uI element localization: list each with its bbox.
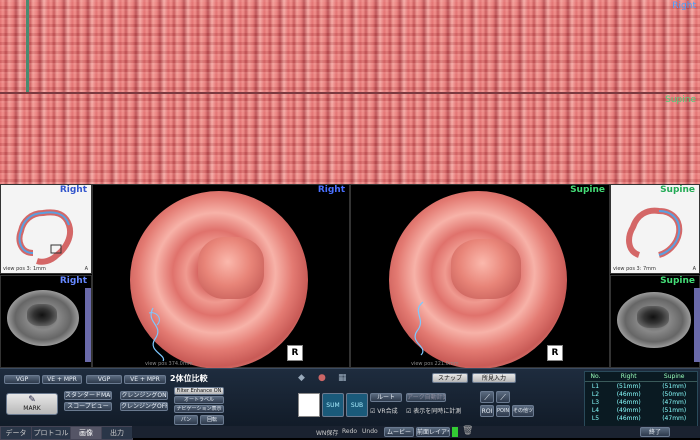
strip-edge-marker [26,0,29,92]
ct-bowel-region [637,306,669,328]
unfolded-view-supine[interactable]: Supine [0,94,700,184]
redo-button[interactable]: Redo [342,428,357,435]
view-caption-right: view pos 221.0mm [411,361,459,367]
sub-button[interactable]: SUB [346,393,368,417]
filter-enhance-button[interactable]: Filter Enhance ON [174,387,224,395]
rotate-button[interactable]: 回転 [200,415,224,425]
movie-button[interactable]: ムービー [384,427,414,437]
navigation-path-icon [414,301,424,356]
navigation-display-button[interactable]: ナビゲーション表示 [174,405,224,413]
vr-sync-checkbox[interactable]: ☑ VR合成 [370,406,398,415]
axis-letter-left: A [84,266,88,272]
record-icon[interactable]: ● [318,373,328,383]
sum-button[interactable]: SUM [322,393,344,417]
route-button[interactable]: ルート [370,393,402,402]
table-header: Right [605,372,652,382]
scope-view-button[interactable]: スコープビュー [64,402,112,411]
vr-sync-label: VR合成 [377,408,398,415]
axial-ct-right[interactable]: Supine [610,275,700,368]
view-caption-left: view pos 374.0mm [145,361,193,367]
strip-label-supine: Supine [665,95,696,105]
ct-bowel-region [27,304,57,326]
table-row[interactable]: L2 (46mm) (50mm) [585,390,697,398]
trash-icon[interactable]: 🗑 [462,426,473,436]
overview-caption-left: view pos 3: 1mm [3,266,46,272]
line-tool-button[interactable]: ⟋ [480,391,494,403]
distance-table: No. Right Supine L1 (51mm) (51mm) L2 (46mm)… [584,371,698,427]
mark-button[interactable]: ✎ MARK [6,393,58,415]
axial-title-left: Right [59,276,87,286]
auto-curve-button[interactable]: アーク自動計算 [406,393,446,402]
pen-icon: ✎ [28,395,36,405]
findings-button[interactable]: 所見入力 [472,373,516,383]
scroll-indicator[interactable] [694,288,700,362]
table-row[interactable]: L3 (46mm) (47mm) [585,398,697,406]
curve-tool-button[interactable]: ⟋ [496,391,510,403]
table-header: No. [585,372,606,382]
undo-button[interactable]: Undo [362,428,378,435]
auto-label-button[interactable]: オートラベル [174,396,224,404]
axial-ct-left[interactable]: Right [0,275,92,368]
table-header: Supine [651,372,697,382]
orientation-marker-left: R [287,345,303,361]
battery-icon [452,427,458,437]
axial-title-right: Supine [660,276,695,286]
endoscopic-view-supine[interactable]: Supine R view pos 221.0mm [350,184,610,369]
table-row[interactable]: L5 (46mm) (47mm) [585,414,697,422]
overview-map-right[interactable]: Supine view pos 3: 7mm A [610,184,700,274]
overview-title-right: Supine [660,185,695,195]
point-button[interactable]: POINT [496,405,510,417]
link-calc-checkbox[interactable]: ☑ 表示を同時に計測 [406,406,461,415]
orientation-marker-right: R [547,345,563,361]
mark-label: MARK [23,405,41,412]
roi-button[interactable]: ROI [480,405,494,417]
overview-title-left: Right [59,185,87,195]
wn-save-button[interactable]: WN保存 [316,428,338,437]
compare-title: 2体位比較 [170,374,208,383]
layout-button[interactable]: 前面レイアウト [416,427,450,437]
ve-mpr-right-button[interactable]: VE + MPR [124,375,166,384]
scroll-indicator[interactable] [85,288,91,362]
colon-map-icon [16,209,73,265]
colon-map-icon [626,207,683,258]
cleansing-on-button[interactable]: クレンジングON [120,391,168,400]
table-row[interactable]: L4 (49mm) (51mm) [585,406,697,414]
other-tools-button[interactable]: その他ツール [512,405,534,417]
grid-icon[interactable]: ▦ [338,373,348,383]
end-button[interactable]: 終了 [640,427,670,437]
link-calc-label: 表示を同時に計測 [413,408,462,415]
vgp-left-button[interactable]: VGP [4,375,40,384]
endoscopic-view-right[interactable]: Right R view pos 374.0mm [92,184,350,369]
colon-thumb-icon[interactable] [298,393,320,417]
endo-title-supine: Supine [570,185,605,195]
vgp-right-button[interactable]: VGP [86,375,122,384]
cleansing-off-button[interactable]: クレンジングOFF [120,402,168,411]
standard-mark-button[interactable]: スタンダードMARK [64,391,112,400]
unfolded-view-right[interactable]: Right [0,0,700,92]
ve-mpr-left-button[interactable]: VE + MPR [42,375,82,384]
pan-button[interactable]: パン [174,415,198,425]
endo-title-right: Right [317,185,345,195]
table-row[interactable]: L1 (51mm) (51mm) [585,382,697,391]
strip-label-right: Right [672,1,696,11]
snap-button[interactable]: スナップ [432,373,468,383]
navigation-path-icon [148,307,165,362]
overview-caption-right: view pos 3: 7mm [613,266,656,272]
overview-map-left[interactable]: Right view pos 3: 1mm A [0,184,92,274]
axis-letter-right: A [692,266,696,272]
camera-icon[interactable]: ◆ [298,373,308,383]
